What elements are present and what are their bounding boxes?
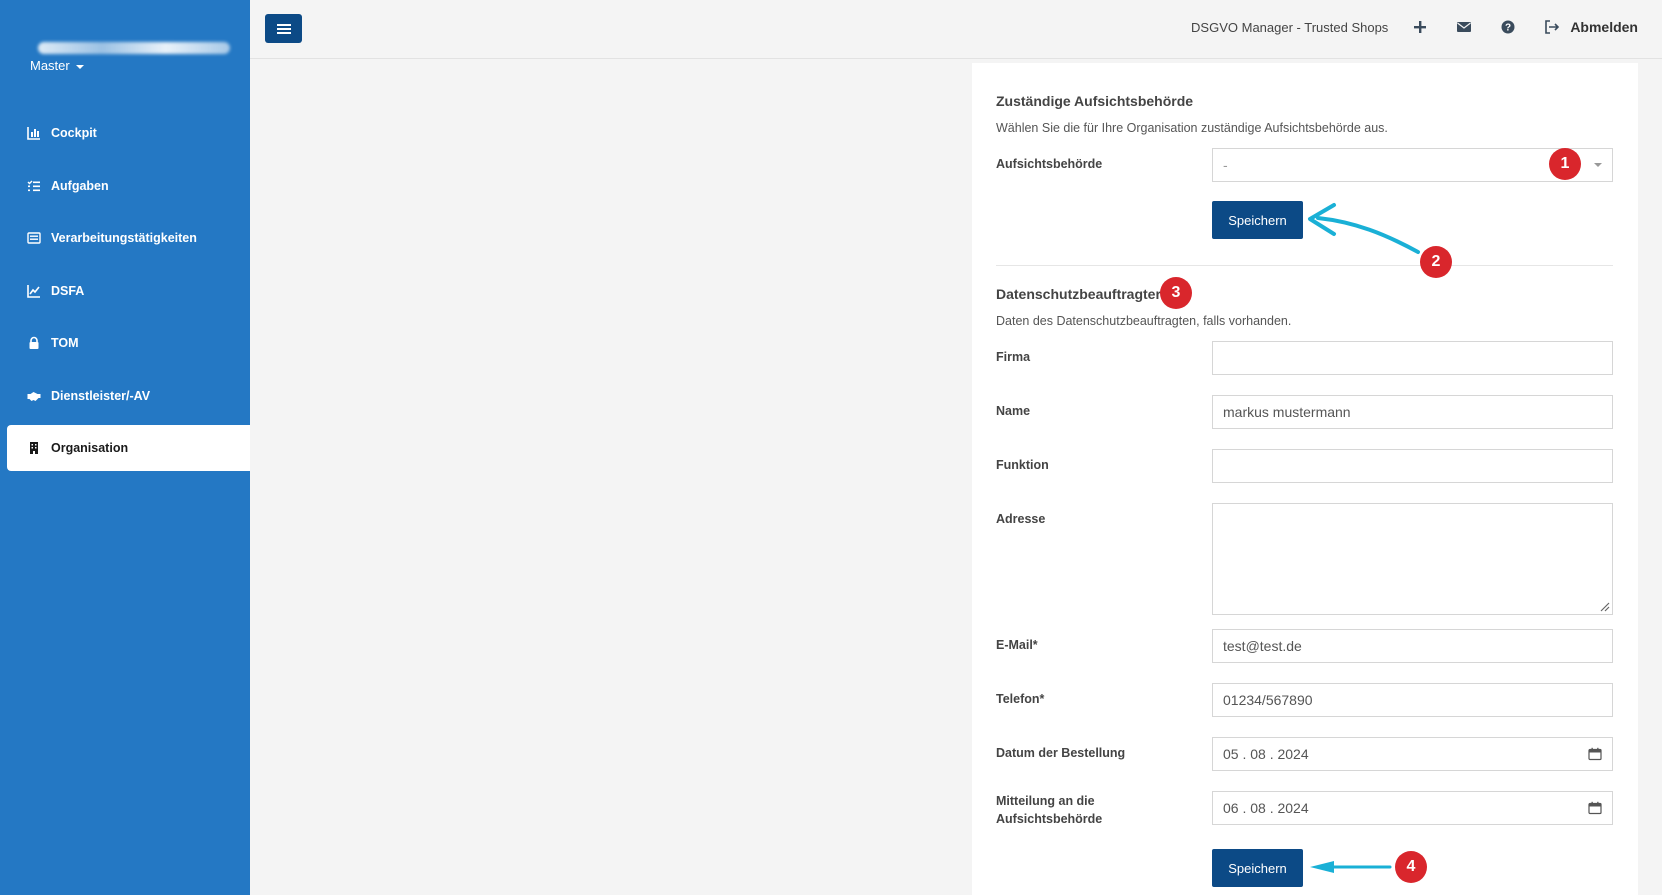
authority-section-title: Zuständige Aufsichtsbehörde: [996, 93, 1194, 109]
authority-select-value: -: [1223, 157, 1228, 173]
hamburger-menu-button[interactable]: [265, 14, 302, 43]
telefon-input[interactable]: 01234/567890: [1212, 683, 1613, 717]
help-icon[interactable]: ?: [1500, 19, 1516, 35]
sidebar-item-label: Verarbeitungstätigkeiten: [51, 231, 197, 245]
funktion-input[interactable]: [1212, 449, 1613, 483]
caret-down-icon: [75, 64, 84, 69]
section-divider: [996, 265, 1613, 266]
datum-bestellung-label: Datum der Bestellung: [996, 746, 1126, 760]
plus-icon[interactable]: [1412, 19, 1428, 35]
sidebar-item-tom[interactable]: TOM: [0, 320, 250, 366]
mitteilung-input[interactable]: 06 . 08 . 2024: [1212, 791, 1613, 825]
organisation-panel: Zuständige Aufsichtsbehörde Wählen Sie d…: [972, 63, 1638, 895]
annotation-badge-1: 1: [1549, 148, 1581, 180]
adresse-textarea[interactable]: [1212, 503, 1613, 615]
sidebar-item-aufgaben[interactable]: Aufgaben: [0, 163, 250, 209]
mitteilung-label: Mitteilung an die Aufsichtsbehörde: [996, 794, 1103, 826]
account-selector-label: Master: [30, 58, 70, 73]
sidebar-item-verarbeitungstaetigkeiten[interactable]: Verarbeitungstätigkeiten: [0, 215, 250, 261]
envelope-icon[interactable]: [1456, 19, 1472, 35]
datum-bestellung-value: 05 . 08 . 2024: [1223, 746, 1309, 762]
blurred-account-name: [38, 42, 230, 54]
topbar: DSGVO Manager - Trusted Shops ? Abmelden: [250, 0, 1662, 59]
app-title: DSGVO Manager - Trusted Shops: [1191, 19, 1389, 35]
email-value: test@test.de: [1223, 638, 1302, 654]
telefon-label: Telefon*: [996, 692, 1045, 706]
name-value: markus mustermann: [1223, 404, 1351, 420]
sidebar-item-label: Organisation: [51, 441, 129, 455]
sidebar-item-label: TOM: [51, 336, 79, 350]
email-label: E-Mail*: [996, 638, 1038, 652]
lock-icon: [27, 336, 41, 350]
calendar-icon[interactable]: [1588, 801, 1602, 815]
annotation-badge-3: 3: [1160, 277, 1192, 309]
resize-handle-icon[interactable]: [1599, 601, 1610, 612]
datum-bestellung-input[interactable]: 05 . 08 . 2024: [1212, 737, 1613, 771]
tasks-icon: [27, 179, 41, 193]
email-input[interactable]: test@test.de: [1212, 629, 1613, 663]
logout-label: Abmelden: [1570, 19, 1638, 35]
annotation-badge-4: 4: [1395, 851, 1427, 883]
dpo-section-title: Datenschutzbeauftragter: [996, 286, 1161, 302]
account-selector[interactable]: Master: [30, 58, 84, 73]
topbar-actions: DSGVO Manager - Trusted Shops ? Abmelden: [1191, 19, 1638, 35]
save-dpo-button[interactable]: Speichern: [1212, 849, 1303, 887]
sign-out-icon: [1545, 20, 1560, 34]
sidebar-item-label: Dienstleister/-AV: [51, 388, 151, 403]
sidebar: Master Cockpit Aufgaben Verarbeitungstät…: [0, 0, 250, 895]
sidebar-item-cockpit[interactable]: Cockpit: [0, 110, 250, 156]
sidebar-item-dienstleister[interactable]: Dienstleister/-AV: [0, 373, 250, 419]
list-icon: [27, 231, 41, 245]
annotation-badge-2: 2: [1420, 246, 1452, 278]
name-label: Name: [996, 404, 1031, 418]
dpo-section-description: Daten des Datenschutzbeauftragten, falls…: [996, 314, 1292, 328]
chart-bar-icon: [27, 126, 41, 140]
mitteilung-value: 06 . 08 . 2024: [1223, 800, 1309, 816]
line-chart-icon: [27, 284, 41, 298]
sidebar-nav: Cockpit Aufgaben Verarbeitungstätigkeite…: [0, 110, 250, 478]
hamburger-icon: [276, 23, 291, 34]
authority-label: Aufsichtsbehörde: [996, 157, 1103, 171]
chevron-down-icon: [1594, 163, 1602, 167]
sidebar-item-organisation[interactable]: Organisation: [7, 425, 250, 471]
building-icon: [27, 441, 41, 455]
sidebar-item-dsfa[interactable]: DSFA: [0, 268, 250, 314]
sidebar-item-label: DSFA: [51, 283, 85, 298]
svg-text:?: ?: [1505, 23, 1511, 34]
funktion-label: Funktion: [996, 458, 1049, 472]
firma-input[interactable]: [1212, 341, 1613, 375]
firma-label: Firma: [996, 350, 1031, 364]
telefon-value: 01234/567890: [1223, 692, 1313, 708]
save-authority-button[interactable]: Speichern: [1212, 201, 1303, 239]
adresse-label: Adresse: [996, 512, 1046, 526]
handshake-icon: [27, 389, 41, 403]
sidebar-item-label: Aufgaben: [51, 178, 109, 193]
logout-button[interactable]: Abmelden: [1544, 19, 1638, 35]
authority-section-description: Wählen Sie die für Ihre Organisation zus…: [996, 121, 1388, 135]
sidebar-item-label: Cockpit: [51, 126, 97, 140]
calendar-icon[interactable]: [1588, 747, 1602, 761]
name-input[interactable]: markus mustermann: [1212, 395, 1613, 429]
